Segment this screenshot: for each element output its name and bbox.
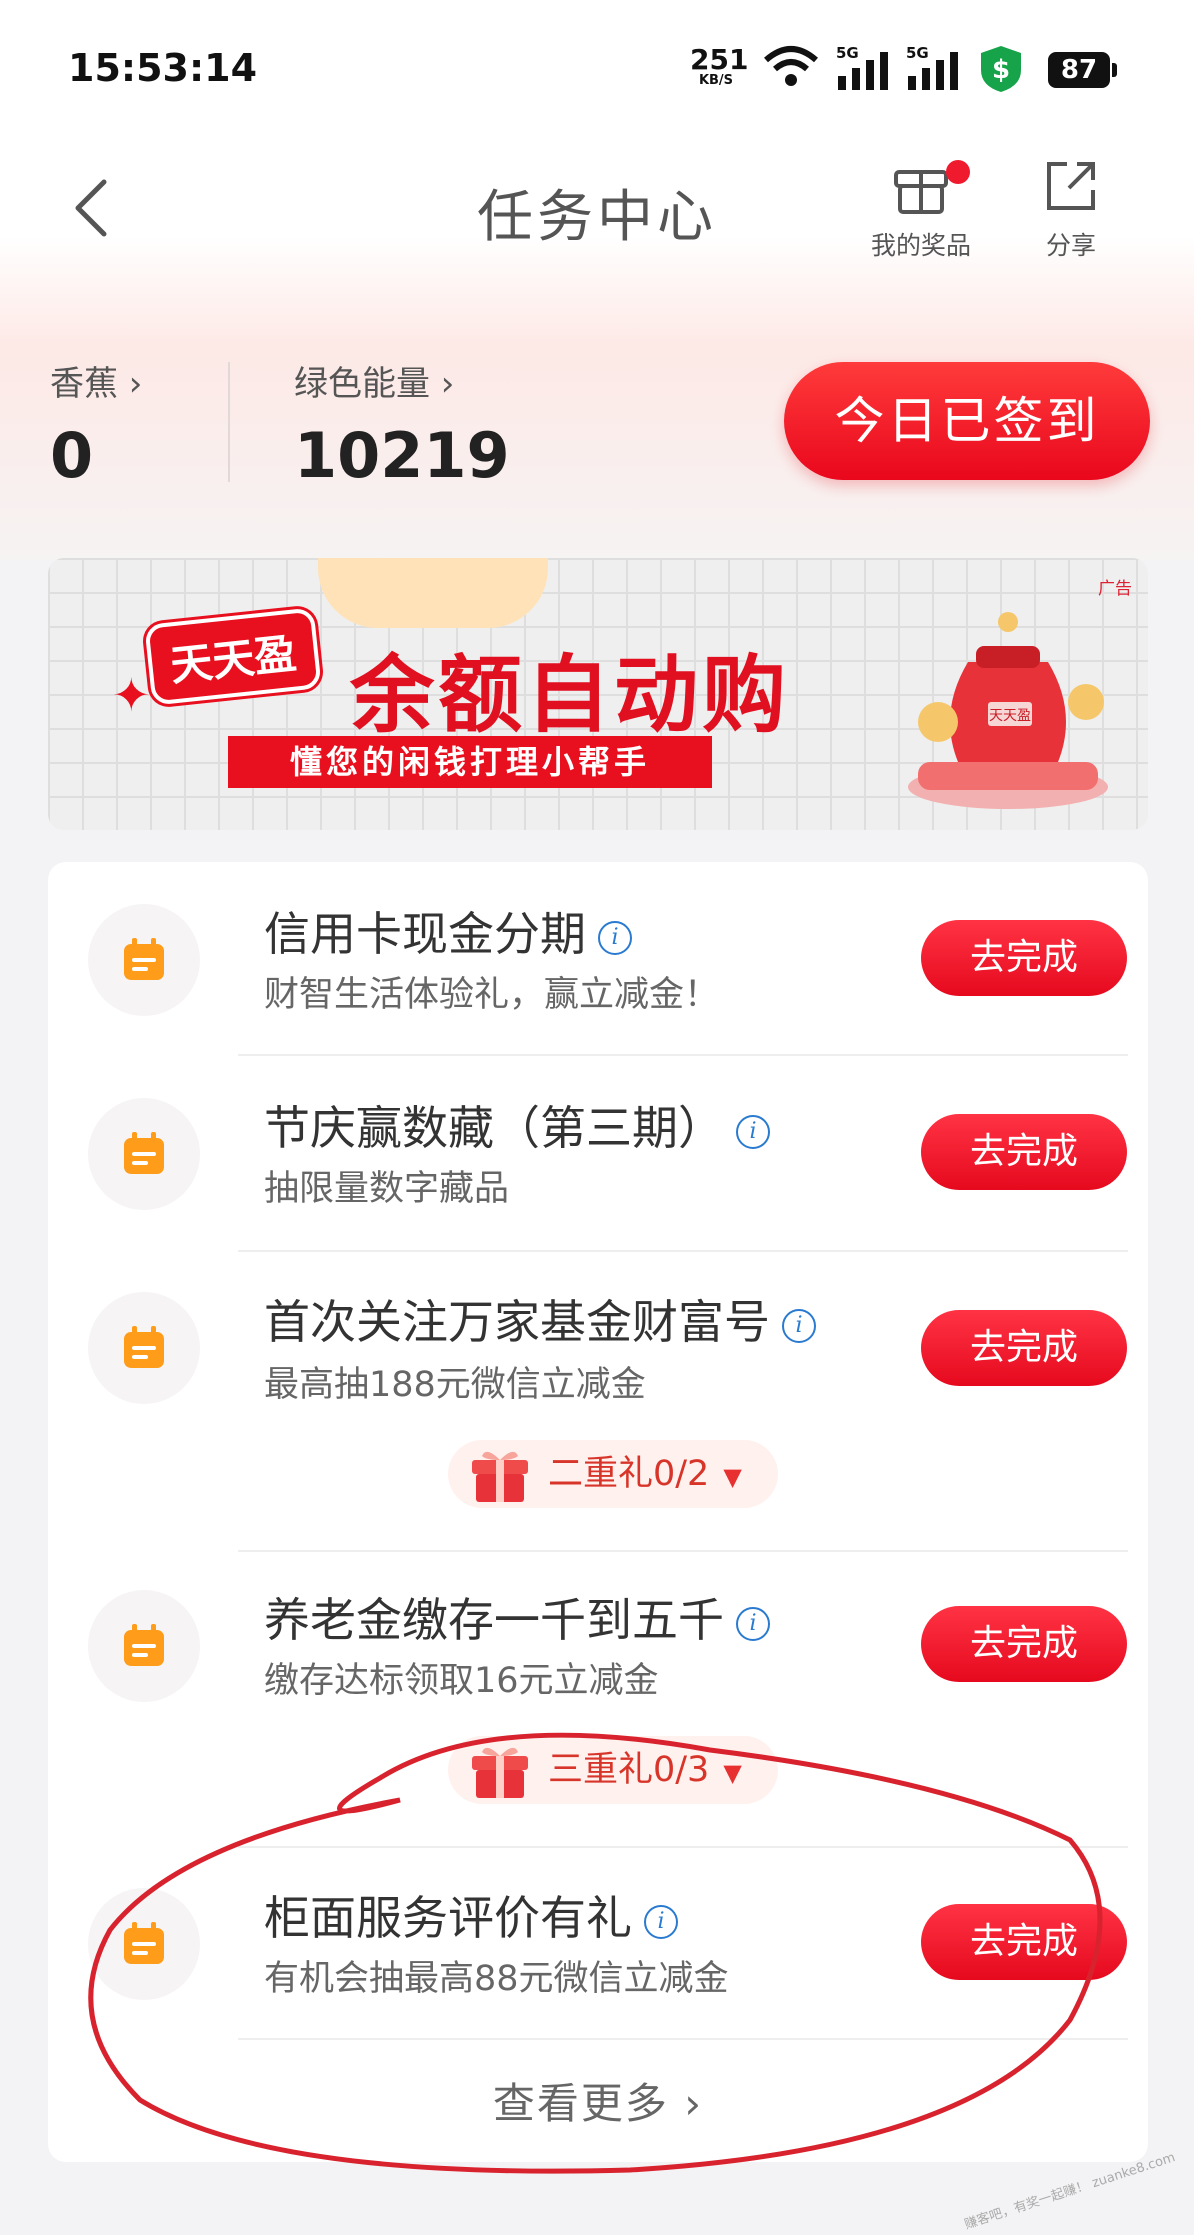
red-gift-icon bbox=[472, 1451, 528, 1502]
task-title: 信用卡现金分期 i bbox=[264, 898, 632, 964]
info-icon[interactable]: i bbox=[736, 1114, 770, 1149]
share-button[interactable]: 分享 bbox=[1006, 156, 1136, 262]
my-prizes-label: 我的奖品 bbox=[870, 231, 971, 260]
info-icon[interactable]: i bbox=[782, 1308, 816, 1343]
sparkle-icon: ✦ bbox=[112, 668, 151, 722]
complete-task-button[interactable]: 去完成 bbox=[921, 920, 1127, 996]
task-subtitle: 财智生活体验礼，赢立减金！ bbox=[264, 975, 720, 1015]
banana-value: 0 bbox=[50, 419, 94, 492]
status-bar: 15:53:14 251 KB/S 5G 5G $ 87 bbox=[0, 0, 1194, 130]
complete-task-button[interactable]: 去完成 bbox=[921, 1310, 1127, 1386]
banner-decoration bbox=[318, 558, 548, 628]
ad-label: 广告 bbox=[1098, 579, 1132, 599]
task-icon bbox=[88, 1590, 200, 1702]
banner-headline: 余额自动购 bbox=[350, 646, 791, 744]
task-subtitle: 缴存达标领取16元立减金 bbox=[264, 1661, 659, 1701]
arrow-down-icon: ▼ bbox=[723, 1463, 742, 1491]
calendar-icon bbox=[124, 1326, 164, 1368]
complete-task-button[interactable]: 去完成 bbox=[921, 1114, 1127, 1190]
calendar-icon bbox=[124, 1132, 164, 1174]
energy-value: 10219 bbox=[294, 419, 510, 492]
complete-task-button[interactable]: 去完成 bbox=[921, 1606, 1127, 1682]
info-icon[interactable]: i bbox=[736, 1606, 770, 1641]
task-title: 节庆赢数藏（第三期） i bbox=[264, 1092, 770, 1158]
task-title: 养老金缴存一千到五千 i bbox=[264, 1584, 770, 1650]
notification-dot bbox=[946, 160, 970, 184]
calendar-icon bbox=[124, 938, 164, 980]
task-icon bbox=[88, 1098, 200, 1210]
network-speed: 251 KB/S bbox=[690, 43, 749, 88]
task-icon bbox=[88, 1292, 200, 1404]
share-label: 分享 bbox=[1045, 231, 1096, 260]
tier-label: 二重礼0/2 bbox=[548, 1454, 710, 1494]
chevron-right-icon: › bbox=[118, 364, 143, 404]
wifi-icon bbox=[764, 46, 818, 86]
clock: 15:53:14 bbox=[68, 46, 258, 90]
row-divider bbox=[238, 1250, 1128, 1252]
task-subtitle: 最高抽188元微信立减金 bbox=[264, 1365, 646, 1405]
energy-label: 绿色能量 bbox=[294, 364, 430, 404]
money-bag-illustration: 天天盈 bbox=[908, 612, 1108, 809]
banner-subline: 懂您的闲钱打理小帮手 bbox=[228, 736, 712, 788]
chevron-right-icon: › bbox=[430, 364, 455, 404]
battery-indicator: 87 bbox=[1048, 52, 1117, 88]
ad-banner[interactable]: 广告 ✦ 天天盈 余额自动购 懂您的闲钱打理小帮手 天天盈 bbox=[48, 558, 1148, 830]
brand-tag: 天天盈 bbox=[144, 607, 322, 706]
red-circle-annotation bbox=[88, 1732, 1103, 2174]
share-icon bbox=[1047, 162, 1095, 210]
banana-balance[interactable]: 香蕉 › 0 bbox=[50, 356, 142, 492]
task-title: 首次关注万家基金财富号 i bbox=[264, 1286, 816, 1352]
gift-icon bbox=[894, 170, 948, 214]
checkin-button[interactable]: 今日已签到 bbox=[784, 362, 1150, 480]
row-divider bbox=[238, 1054, 1128, 1056]
signal-2-icon bbox=[908, 52, 958, 90]
task-subtitle: 抽限量数字藏品 bbox=[264, 1169, 510, 1209]
my-prizes-button[interactable]: 我的奖品 bbox=[856, 156, 986, 262]
svg-text:$: $ bbox=[992, 55, 1010, 85]
banana-label: 香蕉 bbox=[50, 364, 118, 404]
task-icon bbox=[88, 904, 200, 1016]
bag-label: 天天盈 bbox=[989, 708, 1031, 724]
calendar-icon bbox=[124, 1624, 164, 1666]
tier-reward-badge[interactable]: 二重礼0/2 ▼ bbox=[448, 1440, 778, 1508]
green-energy-balance[interactable]: 绿色能量 › 10219 bbox=[294, 356, 510, 492]
info-icon[interactable]: i bbox=[598, 920, 632, 955]
signal-1-icon bbox=[838, 52, 888, 90]
row-divider bbox=[238, 1550, 1128, 1552]
security-shield-icon: $ bbox=[981, 46, 1021, 92]
balance-divider bbox=[228, 362, 230, 482]
